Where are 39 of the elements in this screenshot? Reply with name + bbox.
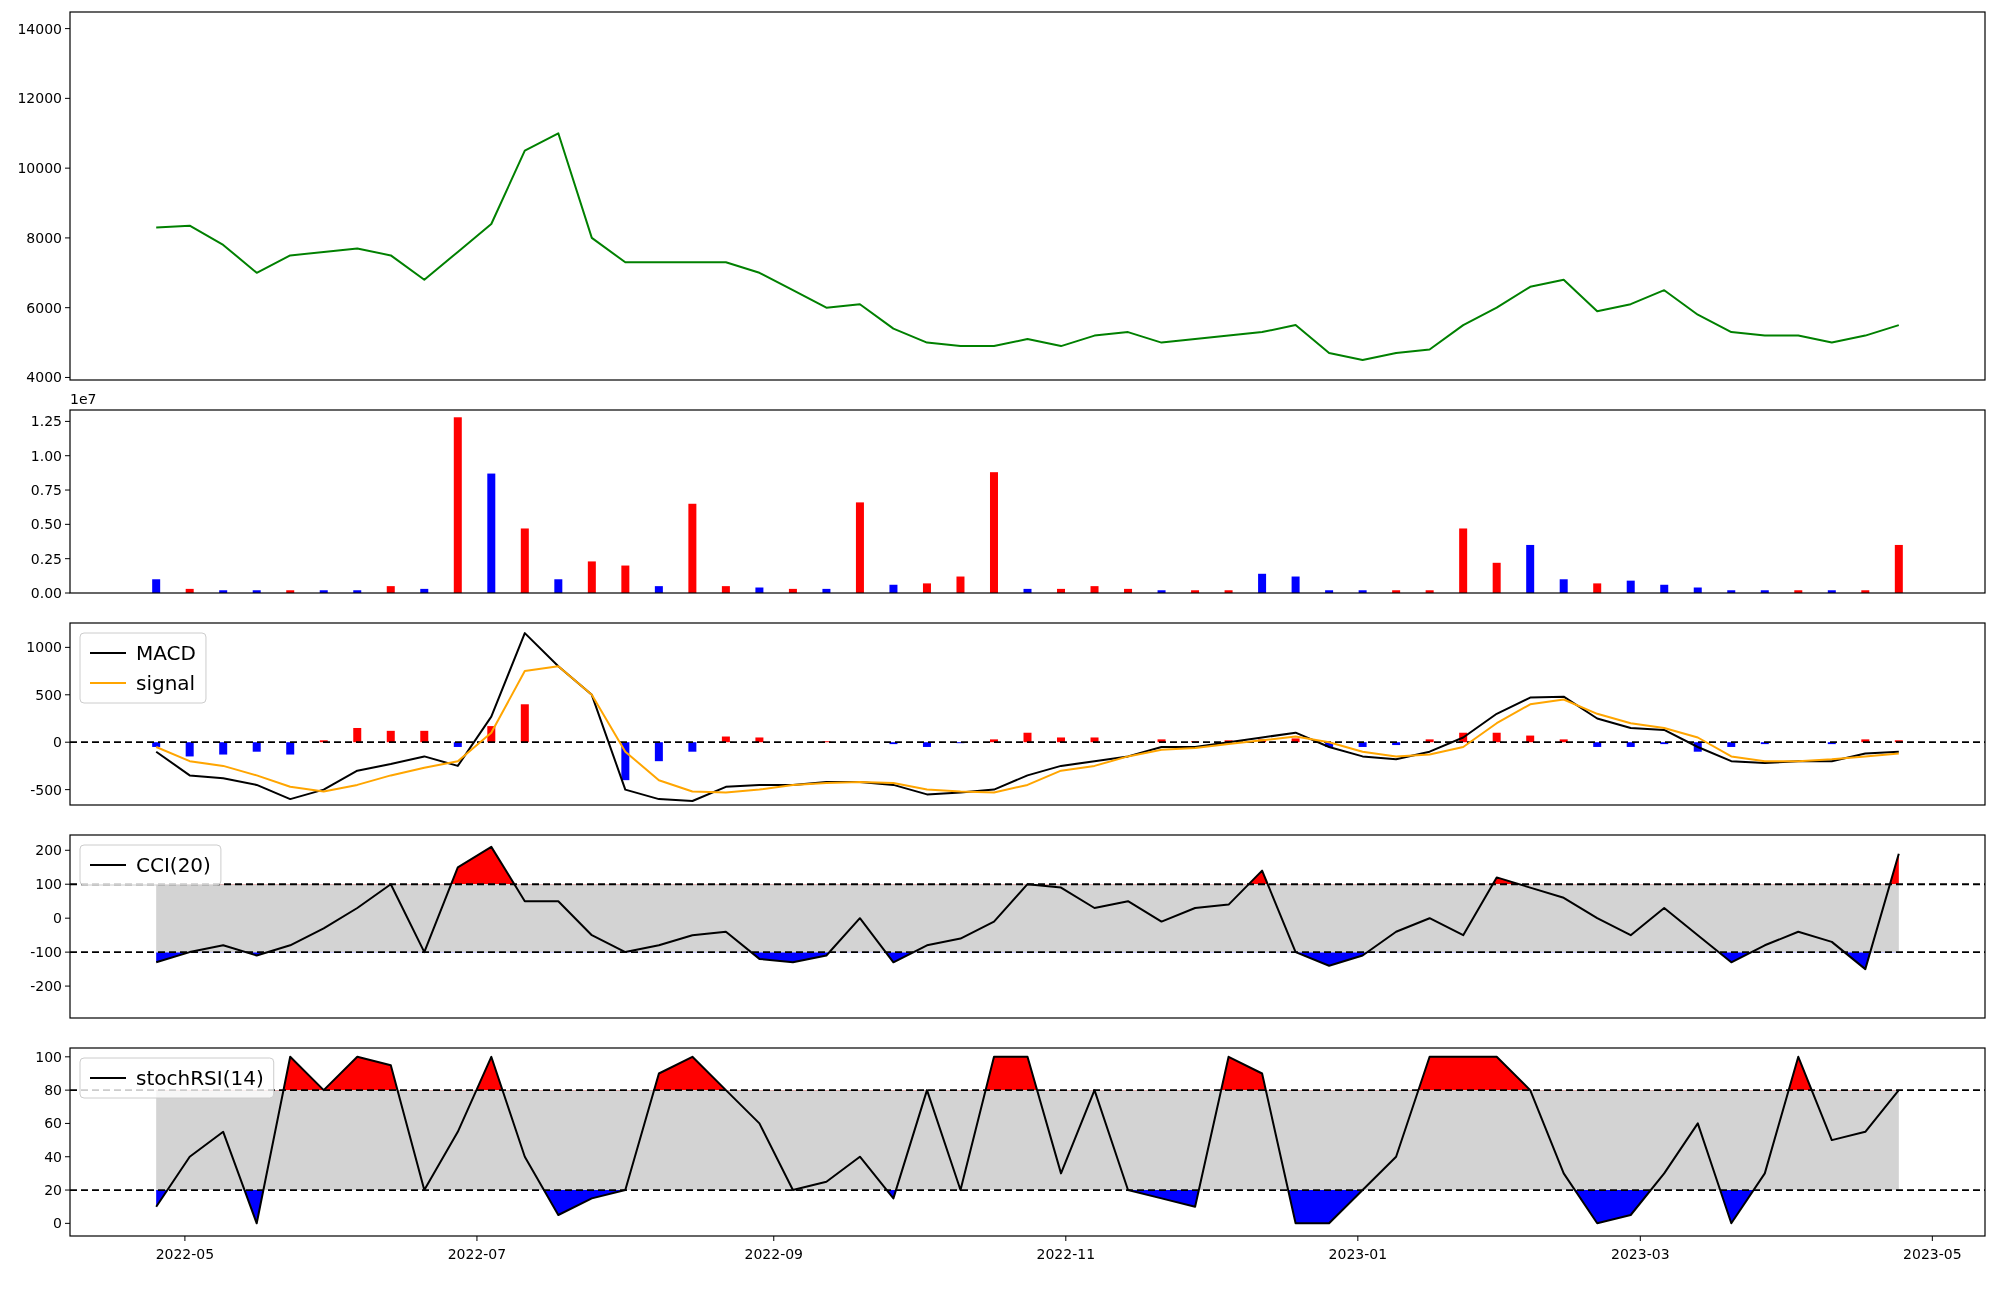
tick-label: 2022-09 (744, 1246, 803, 1262)
tick-label: 0 (53, 910, 62, 927)
axis-offset-label: 1e7 (70, 391, 97, 407)
legend-label: CCI(20) (136, 853, 211, 877)
tick-label: 2023-05 (1903, 1246, 1962, 1262)
tick-label: 40 (44, 1148, 62, 1165)
tick-label: 0.50 (30, 516, 62, 533)
tick-label: 4000 (26, 369, 62, 386)
tick-label: 20 (44, 1182, 62, 1199)
tick-label: 10000 (17, 160, 62, 177)
tick-label: 0 (53, 734, 62, 751)
tick-label: 80 (44, 1082, 62, 1099)
legend-label: signal (136, 671, 196, 695)
tick-label: 0.00 (30, 585, 62, 601)
tick-label: 1000 (26, 639, 62, 656)
tick-label: 0 (53, 1215, 62, 1232)
tick-label: 0.75 (30, 482, 62, 499)
tick-label: 2023-03 (1611, 1246, 1670, 1262)
tick-label: 500 (35, 686, 62, 703)
tick-label: 8000 (26, 229, 62, 246)
tick-label: 100 (35, 1048, 62, 1065)
tick-label: 6000 (26, 299, 62, 316)
tick-label: 12000 (17, 90, 62, 107)
tick-label: 14000 (17, 20, 62, 37)
tick-label: 2022-05 (155, 1246, 215, 1262)
tick-label: 60 (44, 1115, 62, 1132)
tick-label: 1.00 (30, 447, 62, 464)
tick-label: 2022-07 (447, 1246, 507, 1262)
tick-label: -100 (30, 944, 62, 961)
tick-label: -500 (30, 781, 62, 798)
legend-label: stochRSI(14) (136, 1066, 264, 1090)
tick-label: -200 (30, 978, 62, 995)
legend-label: MACD (136, 641, 196, 665)
tick-label: 0.25 (30, 550, 62, 567)
tick-label: 200 (35, 842, 62, 859)
tick-label: 2022-11 (1036, 1246, 1096, 1262)
tick-label: 100 (35, 876, 62, 893)
tick-label: 1.25 (30, 413, 62, 430)
tick-label: 2023-01 (1328, 1246, 1388, 1262)
